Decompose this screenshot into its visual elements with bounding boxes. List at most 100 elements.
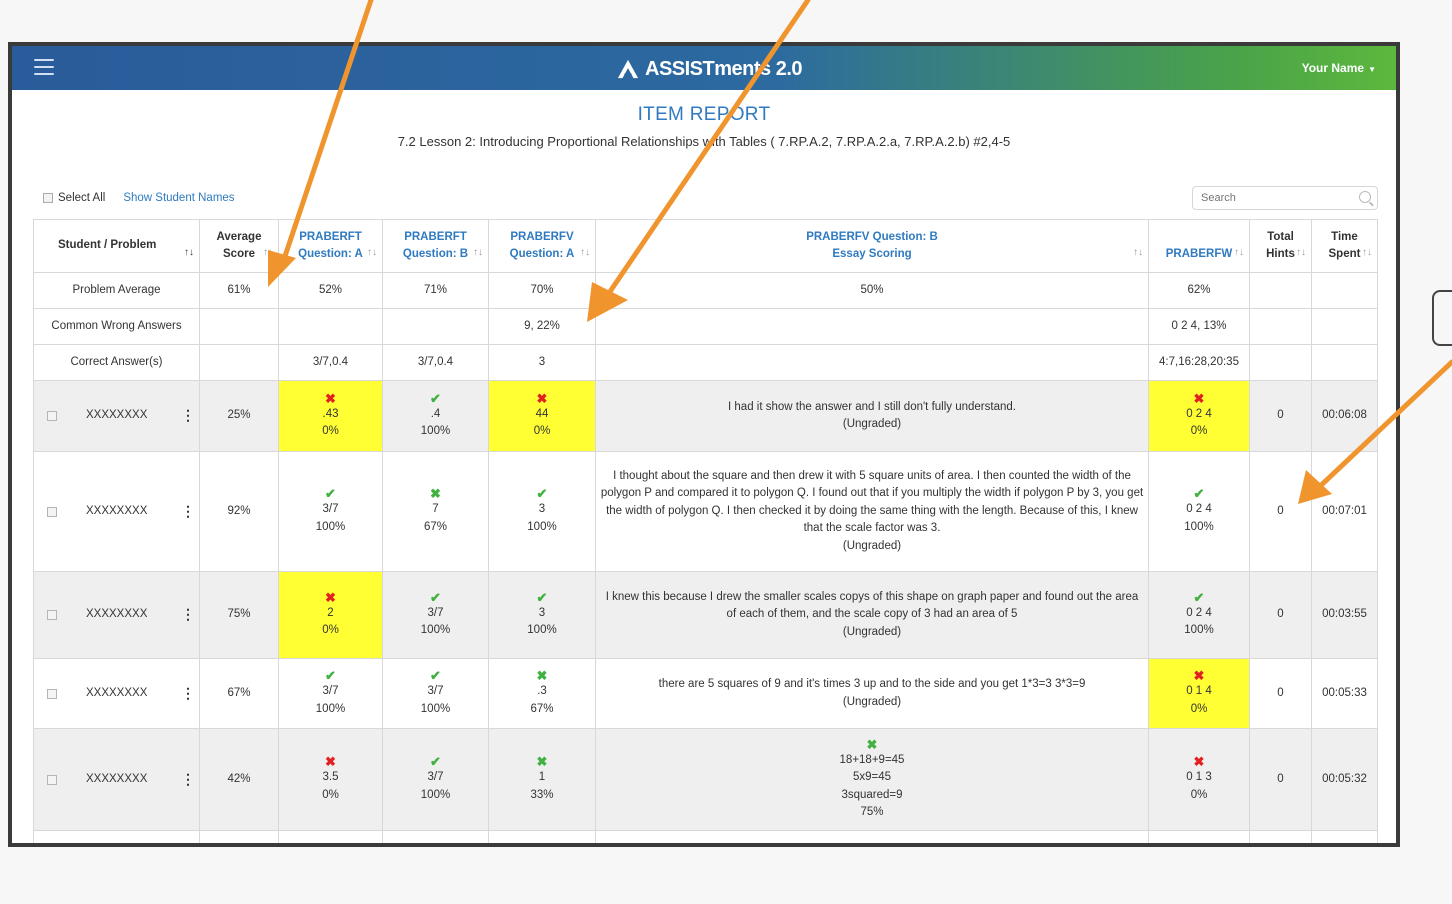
answer-cell[interactable]: ✔ 0 2 4 100%: [1148, 451, 1250, 572]
row-checkbox[interactable]: [47, 688, 57, 699]
row-menu-icon[interactable]: ⋮: [181, 503, 195, 521]
answer-cell[interactable]: ✖ 0 2 4 0%: [1148, 380, 1250, 452]
offscreen-element-edge: [1432, 290, 1452, 346]
answer-cell[interactable]: ✔ 3 100%: [488, 451, 596, 572]
sort-icon[interactable]: ↑↓: [1296, 244, 1306, 262]
answer-cell[interactable]: ✖ 44 0%: [488, 380, 596, 452]
answer-cell[interactable]: ✔ 3/7 100%: [382, 728, 489, 831]
sort-icon[interactable]: ↑↓: [1133, 244, 1143, 262]
answer-cell[interactable]: ✖ 2 0%: [278, 571, 383, 659]
brand-text: ASSISTments 2.0: [645, 57, 803, 80]
row-checkbox[interactable]: [47, 774, 57, 785]
student-name[interactable]: XXXXXXXX: [86, 407, 181, 425]
cell-q5: 62%: [1148, 272, 1250, 309]
answer-cell[interactable]: ✖ 0 1 3 0%: [1148, 728, 1250, 831]
select-all-label[interactable]: Select All: [58, 192, 105, 204]
cell-hints: 0: [1249, 658, 1312, 729]
cell-avg: 75%: [199, 571, 279, 659]
cell-time: 00:07:01: [1311, 451, 1378, 572]
correct-icon: ✔: [430, 668, 441, 683]
partial-credit-icon: ✖: [536, 754, 548, 769]
search-box[interactable]: [1192, 186, 1378, 210]
cell-avg: 67%: [199, 658, 279, 729]
sort-icon[interactable]: ↑↓: [580, 244, 590, 262]
answer-cell[interactable]: ✔ 3/7 100%: [278, 451, 383, 572]
incorrect-icon: ✖: [325, 589, 336, 605]
row-label: Correct Answer(s): [33, 344, 200, 381]
correct-icon: ✔: [325, 486, 336, 501]
student-name[interactable]: XXXXXXXX: [86, 503, 181, 521]
answer-cell[interactable]: ✖ .43 0%: [278, 380, 383, 452]
essay-cell[interactable]: I thought about the square and then drew…: [595, 451, 1149, 572]
sort-icon[interactable]: ↑↓: [473, 244, 483, 262]
correct-icon: ✔: [325, 668, 336, 683]
incorrect-icon: ✖: [1193, 754, 1205, 769]
col-praberfv-b-essay[interactable]: PRABERFV Question: B Essay Scoring ↑↓: [595, 219, 1149, 273]
sort-icon[interactable]: ↑↓: [1234, 244, 1244, 262]
col-average-score[interactable]: Average Score ↑↓: [199, 219, 279, 273]
col-student-problem[interactable]: Student / Problem ↑↓: [33, 219, 200, 273]
assistments-logo-icon: [617, 59, 639, 79]
answer-cell[interactable]: ✖ 1 33%: [488, 728, 596, 831]
col-praberfv-a[interactable]: PRABERFV Question: A ↑↓: [488, 219, 596, 273]
search-input[interactable]: [1199, 191, 1353, 205]
essay-cell[interactable]: I had it show the answer and I still don…: [595, 380, 1149, 452]
col-total-hints[interactable]: Total Hints ↑↓: [1249, 219, 1312, 273]
caret-down-icon: ▼: [1368, 65, 1376, 74]
cell-time: [1311, 344, 1378, 381]
cell-avg: 25%: [199, 380, 279, 452]
essay-cell[interactable]: I knew this because I drew the smaller s…: [595, 571, 1149, 659]
answer-cell[interactable]: ✔ 3 100%: [488, 571, 596, 659]
col-praberfw[interactable]: PRABERFW ↑↓: [1148, 219, 1250, 273]
brand-logo[interactable]: ASSISTments 2.0: [617, 56, 803, 82]
essay-cell[interactable]: there are 5 squares of 9 and it's times …: [595, 658, 1149, 729]
student-row: XXXXXXXX ⋮ 42% ✖ 3.5 0% ✔ 3/7 100% ✖ 1 33% ✖ 18+…: [33, 728, 1378, 831]
row-checkbox[interactable]: [47, 610, 57, 620]
incorrect-icon: ✖: [325, 754, 336, 769]
cell-q4: [595, 344, 1149, 381]
sort-icon[interactable]: ↑↓: [1362, 244, 1372, 262]
student-name[interactable]: XXXXXXXX: [86, 771, 181, 789]
row-menu-icon[interactable]: ⋮: [181, 771, 195, 789]
cell-avg: 42%: [199, 728, 279, 831]
row-menu-icon[interactable]: ⋮: [181, 407, 195, 425]
sort-icon[interactable]: ↑↓: [184, 244, 194, 262]
student-cell: XXXXXXXX ⋮: [33, 658, 200, 729]
page-subtitle: 7.2 Lesson 2: Introducing Proportional R…: [397, 134, 1011, 149]
cell-q5: 4:7,16:28,20:35: [1148, 344, 1250, 381]
answer-cell[interactable]: ✔ 3/7 100%: [382, 571, 489, 659]
answer-cell[interactable]: ✔ 3/7 100%: [278, 658, 383, 729]
page-title: ITEM REPORT: [637, 104, 771, 125]
search-icon[interactable]: [1359, 191, 1371, 203]
col-praberft-a[interactable]: PRABERFT Question: A ↑↓: [278, 219, 383, 273]
user-menu[interactable]: Your Name ▼: [1302, 61, 1376, 75]
col-time-spent[interactable]: Time Spent ↑↓: [1311, 219, 1378, 273]
answer-cell[interactable]: ✖ .3 67%: [488, 658, 596, 729]
row-checkbox[interactable]: [47, 506, 57, 517]
cell-hints: 0: [1249, 571, 1312, 659]
essay-cell[interactable]: ✖ 18+18+9=45 5x9=45 3squared=9 75%: [595, 728, 1149, 831]
student-row-partial: [33, 830, 1378, 843]
col-praberft-b[interactable]: PRABERFT Question: B ↑↓: [382, 219, 489, 273]
student-name[interactable]: XXXXXXXX: [86, 685, 181, 703]
answer-cell[interactable]: ✔ 3/7 100%: [382, 658, 489, 729]
app-window: ASSISTments 2.0 Your Name ▼ ITEM REPORT 7…: [8, 42, 1400, 847]
row-menu-icon[interactable]: ⋮: [181, 685, 195, 703]
row-menu-icon[interactable]: ⋮: [181, 606, 195, 624]
answer-cell[interactable]: ✖ 7 67%: [382, 451, 489, 572]
sort-icon[interactable]: ↑↓: [263, 244, 273, 262]
student-name[interactable]: XXXXXXXX: [86, 606, 181, 624]
table-header-row: Student / Problem ↑↓ Average Score ↑↓ PRABE…: [33, 219, 1378, 273]
answer-cell[interactable]: ✔ 0 2 4 100%: [1148, 571, 1250, 659]
select-all-checkbox[interactable]: [43, 193, 53, 203]
cell-hints: 0: [1249, 380, 1312, 452]
answer-cell[interactable]: ✔ .4 100%: [382, 380, 489, 452]
cell-hints: [1249, 344, 1312, 381]
row-checkbox[interactable]: [47, 411, 57, 421]
cell-avg: 61%: [199, 272, 279, 309]
hamburger-menu-icon[interactable]: [34, 59, 54, 75]
answer-cell[interactable]: ✖ 0 1 4 0%: [1148, 658, 1250, 729]
sort-icon[interactable]: ↑↓: [367, 244, 377, 262]
show-student-names-link[interactable]: Show Student Names: [123, 192, 234, 204]
answer-cell[interactable]: ✖ 3.5 0%: [278, 728, 383, 831]
